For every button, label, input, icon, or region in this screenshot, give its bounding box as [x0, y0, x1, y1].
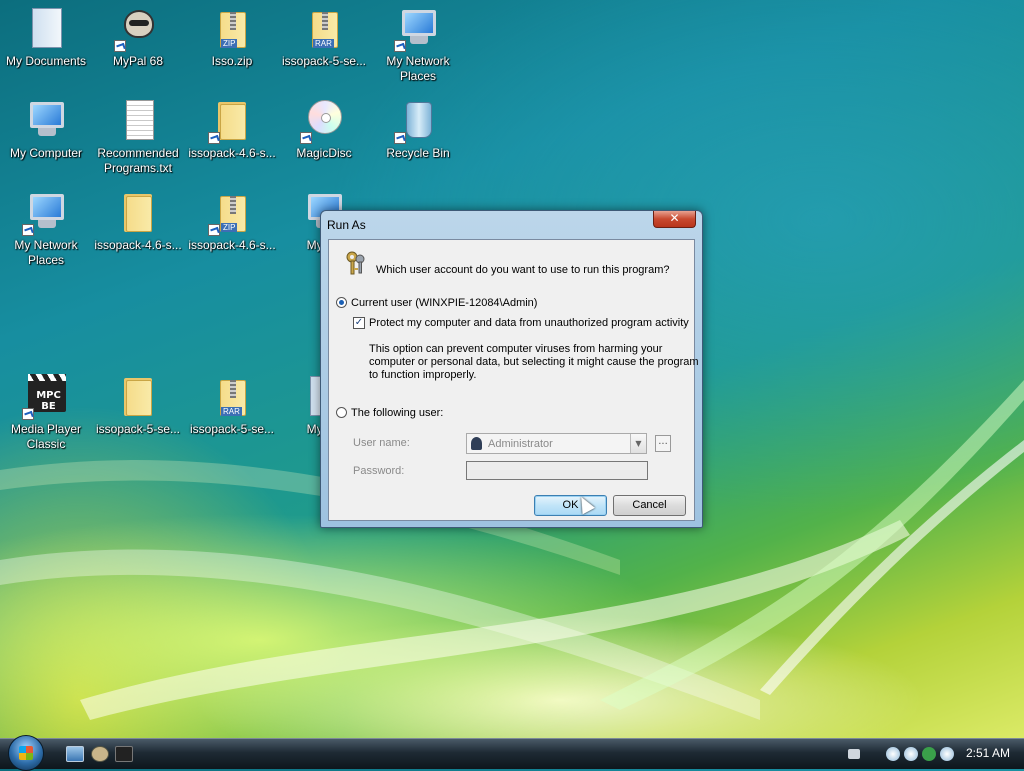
folder-icon — [126, 196, 152, 232]
shortcut-arrow-icon — [22, 408, 34, 420]
desktop-icon-issopack-5-folder[interactable]: issopack-5-se... — [92, 372, 184, 437]
desktop-icon-my-network-places-2[interactable]: My Network Places — [0, 188, 92, 268]
desktop-icon-label: issopack-5-se... — [189, 422, 275, 436]
computer-icon — [30, 102, 64, 128]
desktop-icon-label: issopack-4.6-s... — [188, 146, 276, 160]
protect-checkbox[interactable]: ✓ — [353, 317, 365, 329]
network-icon — [30, 194, 64, 220]
raccoon-icon — [124, 10, 154, 38]
desktop-icon-magicdisc[interactable]: MagicDisc — [278, 96, 370, 161]
run-as-dialog: Run As ✕ Which user account do you want … — [320, 210, 703, 528]
rar-tag: RAR — [221, 407, 242, 416]
media-player-quicklaunch-icon[interactable] — [115, 746, 133, 762]
desktop-icon-label: issopack-4.6-s... — [188, 238, 276, 252]
following-user-radio[interactable] — [336, 407, 347, 418]
password-label: Password: — [353, 465, 405, 477]
desktop-icon-label: issopack-4.6-s... — [94, 238, 182, 252]
shortcut-arrow-icon — [22, 224, 34, 236]
username-combo[interactable]: Administrator ▼ — [466, 433, 647, 454]
text-file-icon — [126, 100, 154, 140]
username-label: User name: — [353, 437, 410, 449]
keys-icon — [346, 251, 365, 275]
ok-button[interactable]: OK — [534, 495, 607, 516]
desktop-icon-recycle-bin[interactable]: Recycle Bin — [372, 96, 464, 161]
desktop-icon-issopack-4-6-folder-2[interactable]: issopack-4.6-s... — [92, 188, 184, 253]
desktop-icon-isso-zip[interactable]: ZIP Isso.zip — [186, 4, 278, 69]
current-user-label[interactable]: Current user (WINXPIE-12084\Admin) — [351, 297, 537, 309]
desktop-icon-issopack-5-rar-2[interactable]: RAR issopack-5-se... — [186, 372, 278, 437]
protect-label[interactable]: Protect my computer and data from unauth… — [369, 317, 689, 329]
safely-remove-icon[interactable] — [922, 747, 936, 761]
desktop-icon-label: My Network Places — [386, 54, 450, 83]
rar-tag: RAR — [313, 39, 334, 48]
mypal-quicklaunch-icon[interactable] — [91, 746, 109, 762]
desktop-icon-label: My Network Places — [14, 238, 78, 267]
close-button[interactable]: ✕ — [653, 211, 696, 228]
start-button[interactable] — [8, 735, 44, 771]
taskbar: 2:51 AM — [0, 735, 1024, 771]
desktop-icon-label: issopack-5-se... — [281, 54, 367, 68]
desktop-icon-my-computer[interactable]: My Computer — [0, 96, 92, 161]
desktop-icon-issopack-4-6-folder[interactable]: issopack-4.6-s... — [186, 96, 278, 161]
protect-description: This option can prevent computer viruses… — [369, 343, 699, 381]
dialog-title: Run As — [327, 218, 366, 232]
desktop-icon-media-player-classic[interactable]: MPC BE Media Player Classic — [0, 372, 92, 452]
shortcut-arrow-icon — [208, 224, 220, 236]
zip-tag: ZIP — [221, 223, 238, 232]
network-icon — [402, 10, 436, 36]
shortcut-arrow-icon — [394, 132, 406, 144]
network-tray-icon[interactable] — [940, 747, 954, 761]
current-user-radio[interactable] — [336, 297, 347, 308]
clock[interactable]: 2:51 AM — [966, 746, 1010, 760]
folder-icon — [126, 380, 152, 416]
shortcut-arrow-icon — [208, 132, 220, 144]
desktop-icon-label: MagicDisc — [296, 146, 352, 160]
desktop-icon-label: My Computer — [9, 146, 83, 160]
show-desktop-icon[interactable] — [66, 746, 84, 762]
disc-tray-icon[interactable] — [886, 747, 900, 761]
browse-users-button[interactable]: ... — [655, 435, 671, 452]
keyboard-icon[interactable] — [848, 749, 860, 759]
shortcut-arrow-icon — [114, 40, 126, 52]
user-icon — [471, 437, 482, 450]
desktop-icon-recommended-programs[interactable]: Recommended Programs.txt — [92, 96, 184, 176]
desktop-icon-mypal[interactable]: MyPal 68 — [92, 4, 184, 69]
password-field[interactable] — [466, 461, 648, 480]
disc-icon — [308, 100, 342, 134]
desktop-icon-issopack-4-6-zip[interactable]: ZIP issopack-4.6-s... — [186, 188, 278, 253]
desktop-icon-label: Media Player Classic — [10, 422, 82, 451]
desktop-icon-my-documents[interactable]: My Documents — [0, 4, 92, 69]
chevron-down-icon[interactable]: ▼ — [630, 434, 646, 453]
username-value: Administrator — [488, 438, 553, 450]
desktop-icon-label: Isso.zip — [211, 54, 253, 68]
desktop-icon-issopack-5-rar[interactable]: RAR issopack-5-se... — [278, 4, 370, 69]
folder-icon — [220, 104, 246, 140]
following-user-label[interactable]: The following user: — [351, 407, 443, 419]
shortcut-arrow-icon — [394, 40, 406, 52]
recycle-bin-icon — [406, 102, 432, 138]
disc-tray-icon-2[interactable] — [904, 747, 918, 761]
desktop-icon-label: My Documents — [5, 54, 87, 68]
desktop-icon-label: issopack-5-se... — [95, 422, 181, 436]
shortcut-arrow-icon — [300, 132, 312, 144]
dialog-body: Which user account do you want to use to… — [328, 239, 699, 521]
desktop-icon-label: Recommended Programs.txt — [97, 146, 179, 175]
desktop-icon-my-network-places[interactable]: My Network Places — [372, 4, 464, 84]
zip-tag: ZIP — [221, 39, 238, 48]
cancel-button[interactable]: Cancel — [613, 495, 686, 516]
desktop-icon-label: MyPal 68 — [112, 54, 164, 68]
question-text: Which user account do you want to use to… — [376, 264, 670, 276]
desktop-icon-label: Recycle Bin — [386, 146, 450, 160]
